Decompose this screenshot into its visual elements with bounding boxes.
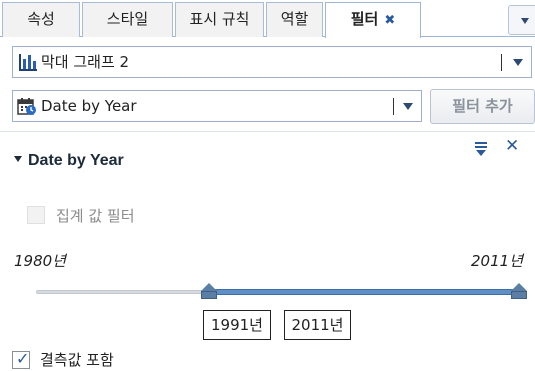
close-tab-icon[interactable]: ✖ (384, 13, 395, 28)
tab-style[interactable]: 스타일 (82, 2, 173, 37)
filter-section-header[interactable]: Date by Year (14, 152, 124, 170)
calendar-icon (17, 98, 36, 115)
aggregate-filter-label: 집계 값 필터 (56, 207, 135, 225)
dropdown-separator (393, 98, 394, 115)
chevron-down-icon (513, 59, 523, 66)
include-missing-label: 결측값 포함 (40, 351, 114, 369)
slider-selected-range (208, 289, 519, 295)
add-filter-button[interactable]: 필터 추가 (430, 89, 535, 124)
remove-filter-icon[interactable]: ✕ (505, 136, 519, 156)
dropdown-separator (501, 54, 502, 71)
checkmark-icon: ✓ (16, 349, 30, 368)
tab-label: 역할 (280, 10, 309, 28)
range-max-label: 2011년 (471, 252, 523, 270)
tab-properties[interactable]: 속성 (2, 2, 80, 37)
filter-options-icon[interactable] (474, 141, 488, 157)
tab-roles[interactable]: 역할 (266, 2, 323, 37)
filter-section-title: Date by Year (28, 152, 124, 169)
range-high-input[interactable]: 2011년 (284, 310, 351, 340)
filter-item-value: Date by Year (41, 97, 137, 115)
object-selector[interactable]: 막대 그래프 2 (12, 46, 532, 78)
divider (0, 131, 535, 132)
tab-label: 스타일 (106, 10, 149, 28)
tab-display-rules[interactable]: 표시 규칙 (175, 2, 264, 37)
tab-label: 표시 규칙 (189, 10, 250, 28)
object-selector-value: 막대 그래프 2 (41, 53, 130, 71)
tab-label: 속성 (27, 10, 55, 28)
include-missing-checkbox[interactable]: ✓ (12, 349, 30, 369)
tab-menu-button[interactable] (508, 5, 535, 35)
tab-label: 필터 (350, 10, 379, 28)
bar-chart-icon (19, 54, 37, 71)
aggregate-filter-checkbox[interactable] (27, 206, 45, 224)
filter-item-selector[interactable]: Date by Year (12, 90, 422, 122)
chevron-down-icon (521, 18, 529, 24)
range-min-label: 1980년 (14, 252, 66, 270)
range-low-input[interactable]: 1991년 (203, 310, 271, 340)
collapse-caret-icon (14, 155, 22, 162)
tab-filter[interactable]: 필터 ✖ (325, 2, 421, 38)
tab-bar: 속성 스타일 표시 규칙 역할 필터 ✖ (0, 0, 535, 38)
chevron-down-icon (403, 103, 413, 110)
